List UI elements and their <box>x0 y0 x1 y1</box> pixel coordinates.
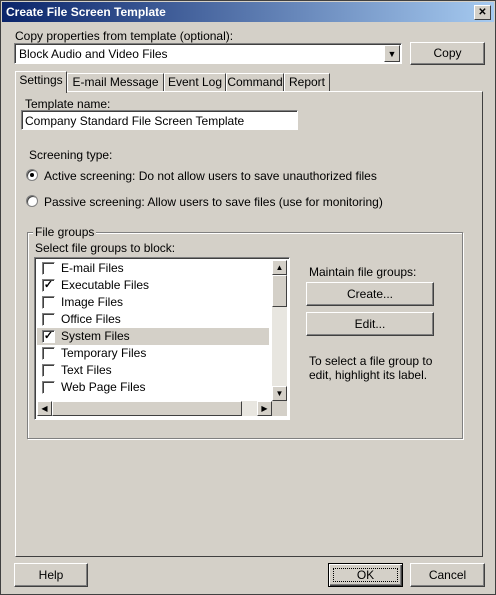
maintain-file-groups-label: Maintain file groups: <box>309 265 417 279</box>
scroll-thumb[interactable] <box>272 275 287 307</box>
checkbox[interactable] <box>42 381 55 394</box>
list-item-label: System Files <box>61 329 130 343</box>
vertical-scrollbar[interactable]: ▲ ▼ <box>272 260 287 401</box>
window-title: Create File Screen Template <box>6 5 166 19</box>
copy-from-dropdown[interactable]: Block Audio and Video Files ▼ <box>14 43 402 64</box>
horizontal-scrollbar[interactable]: ◀ ▶ <box>37 401 272 416</box>
list-item-label: E-mail Files <box>61 261 124 275</box>
tab-settings[interactable]: Settings <box>15 71 67 93</box>
tab-report[interactable]: Report <box>284 73 330 91</box>
checkbox[interactable] <box>42 296 55 309</box>
help-button[interactable]: Help <box>14 563 88 587</box>
copy-button[interactable]: Copy <box>410 42 485 65</box>
active-screening-label[interactable]: Active screening: Do not allow users to … <box>44 169 377 183</box>
list-item-selected[interactable]: ✓ System Files <box>37 328 269 345</box>
ok-button[interactable]: OK <box>328 563 403 587</box>
list-item-label: Office Files <box>61 312 121 326</box>
template-name-value: Company Standard File Screen Template <box>25 114 245 128</box>
select-file-groups-label: Select file groups to block: <box>35 241 176 255</box>
chevron-down-icon[interactable]: ▼ <box>384 45 400 62</box>
passive-screening-label[interactable]: Passive screening: Allow users to save f… <box>44 195 383 209</box>
list-item-label: Temporary Files <box>61 346 147 360</box>
active-screening-radio[interactable] <box>26 169 38 181</box>
list-item-label: Executable Files <box>61 278 150 292</box>
list-item[interactable]: Temporary Files <box>37 345 269 362</box>
checkbox[interactable]: ✓ <box>42 330 55 343</box>
checkbox[interactable] <box>42 364 55 377</box>
scroll-corner <box>272 401 287 416</box>
checkbox[interactable] <box>42 262 55 275</box>
focus-ring <box>333 568 398 582</box>
scroll-right-icon[interactable]: ▶ <box>257 401 272 416</box>
file-groups-label: File groups <box>33 225 97 239</box>
list-item[interactable]: Text Files <box>37 362 269 379</box>
template-name-label: Template name: <box>25 97 111 111</box>
copy-from-label: Copy properties from template (optional)… <box>15 29 234 43</box>
tab-command[interactable]: Command <box>226 73 284 91</box>
file-groups-list[interactable]: E-mail Files ✓ Executable Files Image Fi… <box>34 257 290 420</box>
scroll-left-icon[interactable]: ◀ <box>37 401 52 416</box>
list-item-label: Text Files <box>61 363 112 377</box>
dialog-window: Create File Screen Template ✕ Copy prope… <box>0 0 496 595</box>
create-button[interactable]: Create... <box>306 282 434 306</box>
list-item[interactable]: Web Page Files <box>37 379 269 396</box>
edit-button[interactable]: Edit... <box>306 312 434 336</box>
passive-screening-radio[interactable] <box>26 195 38 207</box>
list-item-label: Web Page Files <box>61 380 146 394</box>
cancel-button[interactable]: Cancel <box>410 563 485 587</box>
list-item[interactable]: E-mail Files <box>37 260 269 277</box>
scroll-up-icon[interactable]: ▲ <box>272 260 287 275</box>
radio-selected-dot <box>30 173 34 177</box>
checkbox[interactable]: ✓ <box>42 279 55 292</box>
copy-from-selected: Block Audio and Video Files <box>19 47 168 61</box>
scroll-thumb-horizontal[interactable] <box>52 401 242 416</box>
file-group-hint: To select a file group to edit, highligh… <box>309 354 433 382</box>
close-icon[interactable]: ✕ <box>474 5 491 20</box>
checkbox[interactable] <box>42 347 55 360</box>
list-item-label: Image Files <box>61 295 124 309</box>
checkbox[interactable] <box>42 313 55 326</box>
list-item[interactable]: Office Files <box>37 311 269 328</box>
list-item[interactable]: Image Files <box>37 294 269 311</box>
list-item[interactable]: ✓ Executable Files <box>37 277 269 294</box>
title-bar[interactable]: Create File Screen Template ✕ <box>2 2 494 22</box>
template-name-input[interactable]: Company Standard File Screen Template <box>21 110 298 130</box>
scroll-down-icon[interactable]: ▼ <box>272 386 287 401</box>
tab-email-message[interactable]: E-mail Message <box>67 73 164 91</box>
screening-type-label: Screening type: <box>29 148 113 162</box>
tab-event-log[interactable]: Event Log <box>164 73 226 91</box>
